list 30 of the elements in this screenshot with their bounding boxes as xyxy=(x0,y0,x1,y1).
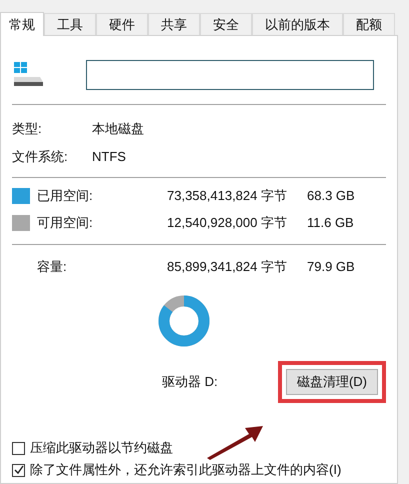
info-value: NTFS xyxy=(92,148,126,166)
usage-ring xyxy=(158,295,210,347)
tab[interactable]: 工具 xyxy=(44,13,96,35)
tab[interactable]: 常规 xyxy=(0,12,44,36)
tab[interactable]: 以前的版本 xyxy=(252,13,343,35)
size-value: 11.6 GB xyxy=(307,214,354,232)
tab[interactable]: 配额 xyxy=(343,13,395,35)
name-field[interactable] xyxy=(86,60,374,90)
byte-count: 73,358,413,824 字节 xyxy=(167,186,288,205)
space-label: 可用空间: xyxy=(37,214,94,232)
tab[interactable]: 共享 xyxy=(148,13,200,35)
drive-label: 驱动器 D: xyxy=(162,373,219,392)
info-label: 文件系统: xyxy=(12,148,69,166)
space-label: 已用空间: xyxy=(37,186,94,205)
byte-count: 85,899,341,824 字节 xyxy=(167,258,288,276)
size-value: 68.3 GB xyxy=(307,186,355,205)
option-label: 压缩此驱动器以节约磁盘 xyxy=(30,439,173,458)
drive-icon xyxy=(12,62,44,88)
capacity-label: 容量: xyxy=(37,258,68,276)
arrow-icon xyxy=(205,424,265,460)
byte-count: 12,540,928,000 字节 xyxy=(167,214,288,232)
checkbox[interactable] xyxy=(12,442,25,454)
tab[interactable]: 安全 xyxy=(200,13,252,35)
info-value: 本地磁盘 xyxy=(92,120,144,138)
info-label: 类型: xyxy=(12,120,43,138)
checkbox[interactable] xyxy=(12,464,25,476)
size-value: 79.9 GB xyxy=(307,258,355,276)
option-label: 除了文件属性外，还允许索引此驱动器上文件的内容(I) xyxy=(30,461,342,480)
tab[interactable]: 硬件 xyxy=(96,13,148,35)
disk-cleanup-button[interactable]: 磁盘清理(D) xyxy=(286,369,378,395)
